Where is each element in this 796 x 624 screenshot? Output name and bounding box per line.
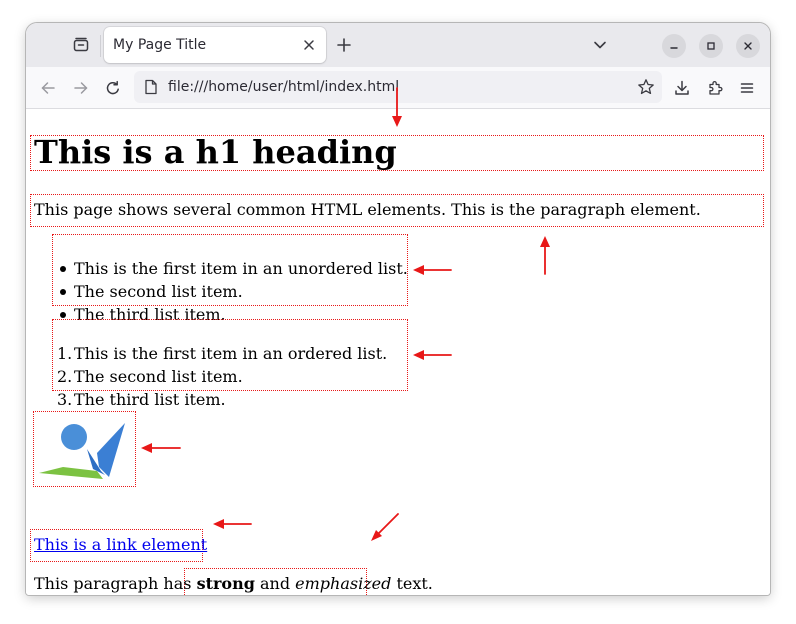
bullet-marker [60, 266, 66, 272]
close-icon [744, 42, 752, 50]
tab-active[interactable]: My Page Title [104, 27, 326, 63]
list-item-text: This is the first item in an unordered l… [74, 259, 408, 278]
back-button[interactable] [35, 75, 61, 101]
bullet-marker [60, 289, 66, 295]
extensions-button[interactable] [702, 75, 728, 101]
strong-text: strong [196, 574, 255, 593]
list-number: 2. [57, 367, 73, 386]
minimize-button[interactable] [662, 34, 686, 58]
url-text[interactable]: file:///home/user/html/index.html [168, 79, 399, 95]
formatted-paragraph: This paragraph has strong and emphasized… [34, 574, 433, 594]
browser-window: My Page Title file:///home/user/html/ind… [26, 23, 770, 595]
navigation-bar: file:///home/user/html/index.html [26, 67, 770, 109]
page-heading: This is a h1 heading [34, 133, 397, 171]
puzzle-icon [709, 81, 723, 95]
minimize-icon [670, 47, 678, 49]
tab-strip: My Page Title [26, 23, 770, 67]
bullet-marker [60, 312, 66, 318]
list-item-text: This is the first item in an ordered lis… [74, 344, 388, 363]
close-icon [304, 40, 314, 50]
page-content: This is a h1 heading This page shows sev… [26, 109, 770, 595]
list-number: 3. [57, 390, 73, 409]
emphasized-text: emphasized [295, 574, 392, 593]
chevron-down-icon [594, 41, 606, 49]
arrow-left-icon [41, 82, 55, 94]
url-bar[interactable]: file:///home/user/html/index.html [134, 71, 662, 103]
paragraph-text-middle: and [254, 574, 296, 593]
list-number: 1. [57, 344, 73, 363]
plus-icon [337, 38, 351, 52]
close-window-button[interactable] [736, 34, 760, 58]
tab-close-button[interactable] [298, 34, 320, 56]
star-icon [638, 79, 654, 95]
intro-paragraph: This page shows several common HTML elem… [34, 200, 701, 219]
hamburger-menu-icon [740, 83, 754, 93]
list-item-text: The second list item. [74, 282, 243, 301]
download-icon [675, 80, 689, 95]
menu-button[interactable] [734, 75, 760, 101]
maximize-icon [707, 42, 715, 50]
new-tab-button[interactable] [332, 33, 356, 57]
tab-title: My Page Title [113, 37, 207, 53]
forward-button[interactable] [68, 75, 94, 101]
list-item-text: The third list item. [74, 390, 226, 409]
paragraph-text-after: text. [391, 574, 433, 593]
page-icon [142, 78, 160, 96]
list-all-tabs-button[interactable] [588, 33, 612, 57]
tab-separator [100, 35, 101, 57]
maximize-button[interactable] [699, 34, 723, 58]
paragraph-text-before: This paragraph has [34, 574, 197, 593]
downloads-button[interactable] [669, 75, 695, 101]
reload-button[interactable] [100, 75, 126, 101]
blue-green-logo-icon [39, 423, 125, 479]
tab-overview-icon [73, 37, 89, 52]
list-item-text: The second list item. [74, 367, 243, 386]
reload-icon [106, 80, 119, 95]
link-element[interactable]: This is a link element [34, 535, 207, 555]
arrow-right-icon [74, 82, 88, 94]
bookmark-button[interactable] [636, 77, 656, 97]
tab-overview-button[interactable] [66, 31, 96, 59]
